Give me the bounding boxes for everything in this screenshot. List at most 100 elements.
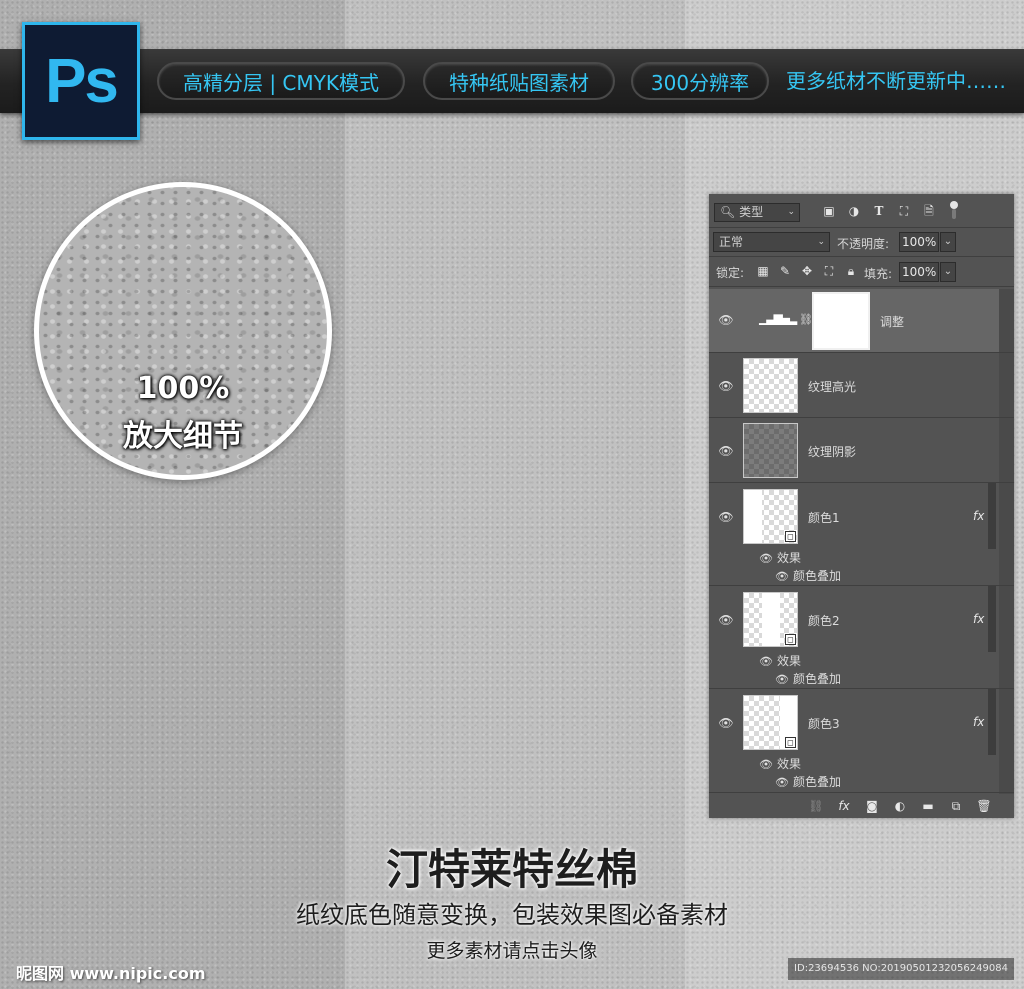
blend-mode-value: 正常 [719, 235, 744, 249]
visibility-eye-icon[interactable]: 👁︎ [759, 552, 773, 565]
layer-row-color1[interactable]: 👁︎ ◻ 颜色1 fx ⌃ 👁︎效果 👁︎颜色叠加 [709, 483, 999, 585]
effect-label: 颜色叠加 [793, 569, 842, 583]
layer-row-color3[interactable]: 👁︎ ◻ 颜色3 fx ⌃ 👁︎效果 👁︎颜色叠加 [709, 689, 999, 791]
opacity-dropdown-button[interactable]: ⌄ [940, 232, 956, 252]
visibility-eye-icon[interactable]: 👁︎ [718, 717, 734, 729]
banner-more-text: 更多纸材不断更新中…… [786, 69, 1006, 93]
layer-thumbnail: ◻ [743, 695, 798, 750]
visibility-eye-icon[interactable]: 👁︎ [759, 758, 773, 771]
layer-thumbnail: ◻ [743, 489, 798, 544]
fx-icon[interactable]: fx [973, 509, 984, 523]
product-title: 汀特莱特丝棉 [385, 845, 638, 894]
layer-row-adjust[interactable]: 👁︎ ▁▃▆▄▂ ⛓︎ 调整 [709, 289, 999, 352]
fill-dropdown-button[interactable]: ⌄ [940, 262, 956, 282]
search-icon: 🔍︎ [720, 205, 736, 219]
effect-row[interactable]: 👁︎ 颜色叠加 [775, 567, 841, 584]
layers-bottom-toolbar: ⛓︎ fx ◙ ◐ ▬ ⧉ 🗑︎ [709, 794, 1014, 818]
lock-all-icon[interactable]: 🔒︎ [844, 264, 858, 278]
visibility-eye-icon[interactable]: 👁︎ [759, 655, 773, 668]
visibility-eye-icon[interactable]: 👁︎ [775, 776, 789, 789]
layers-scrollbar[interactable] [999, 289, 1014, 794]
feature-pill-paper: 特种纸贴图素材 [423, 62, 615, 100]
chevron-down-icon: ⌄ [817, 237, 825, 247]
new-layer-icon[interactable]: ⧉ [948, 798, 964, 814]
layer-name: 调整 [880, 315, 905, 329]
visibility-eye-icon[interactable]: 👁︎ [718, 314, 734, 326]
visibility-eye-icon[interactable]: 👁︎ [718, 380, 734, 392]
effect-label: 颜色叠加 [793, 672, 842, 686]
smart-object-badge-icon: ◻ [785, 634, 796, 645]
layer-name: 纹理高光 [808, 380, 857, 394]
visibility-eye-icon[interactable]: 👁︎ [718, 511, 734, 523]
layer-group-bar [988, 586, 996, 652]
layer-row-highlight[interactable]: 👁︎ 纹理高光 [709, 353, 999, 417]
effects-row[interactable]: 👁︎ 效果 [759, 755, 801, 772]
feature-pill-layers: 高精分层 | CMYK模式 [157, 62, 405, 100]
photoshop-logo-icon: Ps [22, 22, 140, 140]
visibility-eye-icon[interactable]: 👁︎ [775, 673, 789, 686]
layer-thumbnail: ◻ [743, 592, 798, 647]
layer-filter-select[interactable]: 🔍︎ 类型 ⌄ [714, 203, 800, 222]
lock-artboard-icon[interactable]: ⛶ [822, 264, 836, 278]
effect-row[interactable]: 👁︎ 颜色叠加 [775, 773, 841, 790]
new-group-folder-icon[interactable]: ▬ [920, 798, 936, 814]
visibility-eye-icon[interactable]: 👁︎ [718, 445, 734, 457]
layer-name: 颜色1 [808, 511, 840, 525]
layer-name: 颜色2 [808, 614, 840, 628]
layer-row-color2[interactable]: 👁︎ ◻ 颜色2 fx ⌃ 👁︎效果 👁︎颜色叠加 [709, 586, 999, 688]
type-filter-icon[interactable]: T [871, 203, 887, 219]
logo-text: Ps [45, 46, 119, 116]
effects-label: 效果 [777, 654, 802, 668]
image-filter-icon[interactable]: ▣ [821, 203, 837, 219]
visibility-eye-icon[interactable]: 👁︎ [718, 614, 734, 626]
link-chain-icon[interactable]: ⛓︎ [799, 313, 813, 326]
adjustment-filter-icon[interactable]: ◑ [846, 203, 862, 219]
effects-label: 效果 [777, 757, 802, 771]
smart-object-filter-icon[interactable]: 🗎︎ [921, 203, 937, 219]
link-layers-icon[interactable]: ⛓︎ [808, 798, 824, 814]
layer-mask-thumbnail[interactable] [812, 292, 870, 350]
layer-name: 颜色3 [808, 717, 840, 731]
chevron-down-icon: ⌄ [787, 207, 795, 217]
layer-group-bar [988, 689, 996, 755]
layer-name: 纹理阴影 [808, 445, 857, 459]
effects-row[interactable]: 👁︎ 效果 [759, 652, 801, 669]
effects-label: 效果 [777, 551, 802, 565]
magnifier-percent: 100% [136, 371, 230, 406]
opacity-input[interactable]: 100% [899, 232, 939, 252]
fx-icon[interactable]: fx [973, 612, 984, 626]
site-watermark: 昵图网 www.nipic.com [16, 964, 206, 983]
layer-group-bar [988, 483, 996, 549]
new-adjustment-icon[interactable]: ◐ [892, 798, 908, 814]
filter-toggle[interactable] [950, 201, 958, 221]
filter-kind-label: 类型 [739, 205, 764, 219]
lock-paint-icon[interactable]: ✎ [778, 264, 792, 278]
layer-row-shadow[interactable]: 👁︎ 纹理阴影 [709, 418, 999, 482]
lock-transparent-icon[interactable]: ▦ [756, 264, 770, 278]
layers-panel: 🔍︎ 类型 ⌄ ▣ ◑ T ⛶ 🗎︎ 正常 ⌄ 不透明度: 100% ⌄ 锁定:… [709, 194, 1014, 818]
effect-label: 颜色叠加 [793, 775, 842, 789]
detail-magnifier: 100% 放大细节 [34, 182, 332, 480]
layer-thumbnail [743, 358, 798, 413]
blend-mode-select[interactable]: 正常 ⌄ [713, 232, 830, 252]
lock-position-icon[interactable]: ✥ [800, 264, 814, 278]
fx-icon[interactable]: fx [836, 798, 852, 814]
fill-label: 填充: [864, 267, 893, 281]
feature-pill-resolution: 300分辨率 [631, 62, 769, 100]
fill-input[interactable]: 100% [899, 262, 939, 282]
smart-object-badge-icon: ◻ [785, 531, 796, 542]
add-mask-icon[interactable]: ◙ [864, 798, 880, 814]
shape-filter-icon[interactable]: ⛶ [896, 203, 912, 219]
lock-label: 锁定: [716, 266, 745, 280]
levels-adjustment-icon: ▁▃▆▄▂ [759, 311, 797, 325]
visibility-eye-icon[interactable]: 👁︎ [775, 570, 789, 583]
opacity-label: 不透明度: [837, 237, 890, 251]
effect-row[interactable]: 👁︎ 颜色叠加 [775, 670, 841, 687]
layer-thumbnail [743, 423, 798, 478]
effects-row[interactable]: 👁︎ 效果 [759, 549, 801, 566]
fx-icon[interactable]: fx [973, 715, 984, 729]
smart-object-badge-icon: ◻ [785, 737, 796, 748]
product-subtitle: 纸纹底色随意变换，包装效果图必备素材 [296, 901, 728, 929]
trash-icon[interactable]: 🗑︎ [976, 798, 992, 814]
image-id-bar: ID:23694536 NO:20190501232056249084 [788, 958, 1014, 980]
